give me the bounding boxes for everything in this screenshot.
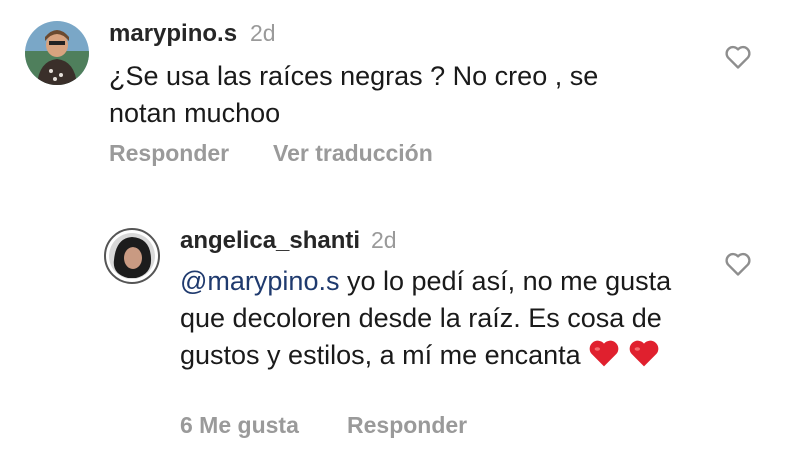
mention-link[interactable]: @marypino.s (180, 266, 339, 296)
likes-count-button[interactable]: 6 Me gusta (180, 412, 299, 439)
comment-timestamp: 2d (250, 20, 276, 46)
comment-username[interactable]: marypino.s (109, 20, 237, 48)
reply-button[interactable]: Responder (347, 412, 467, 439)
avatar-story-ring[interactable] (104, 228, 160, 284)
heart-outline-icon[interactable] (724, 251, 754, 279)
comment-text: @marypino.s yo lo pedí así, no me gusta … (180, 263, 690, 378)
red-heart-emoji (628, 338, 660, 378)
comment-timestamp: 2d (371, 227, 397, 253)
red-heart-emoji (588, 338, 620, 378)
avatar[interactable] (25, 21, 89, 85)
reply-button[interactable]: Responder (109, 140, 229, 167)
comment-username[interactable]: angelica_shanti (180, 227, 360, 255)
translate-button[interactable]: Ver traducción (273, 140, 433, 167)
heart-outline-icon[interactable] (724, 44, 754, 72)
comment-text: ¿Se usa las raíces negras ? No creo , se… (109, 61, 599, 128)
